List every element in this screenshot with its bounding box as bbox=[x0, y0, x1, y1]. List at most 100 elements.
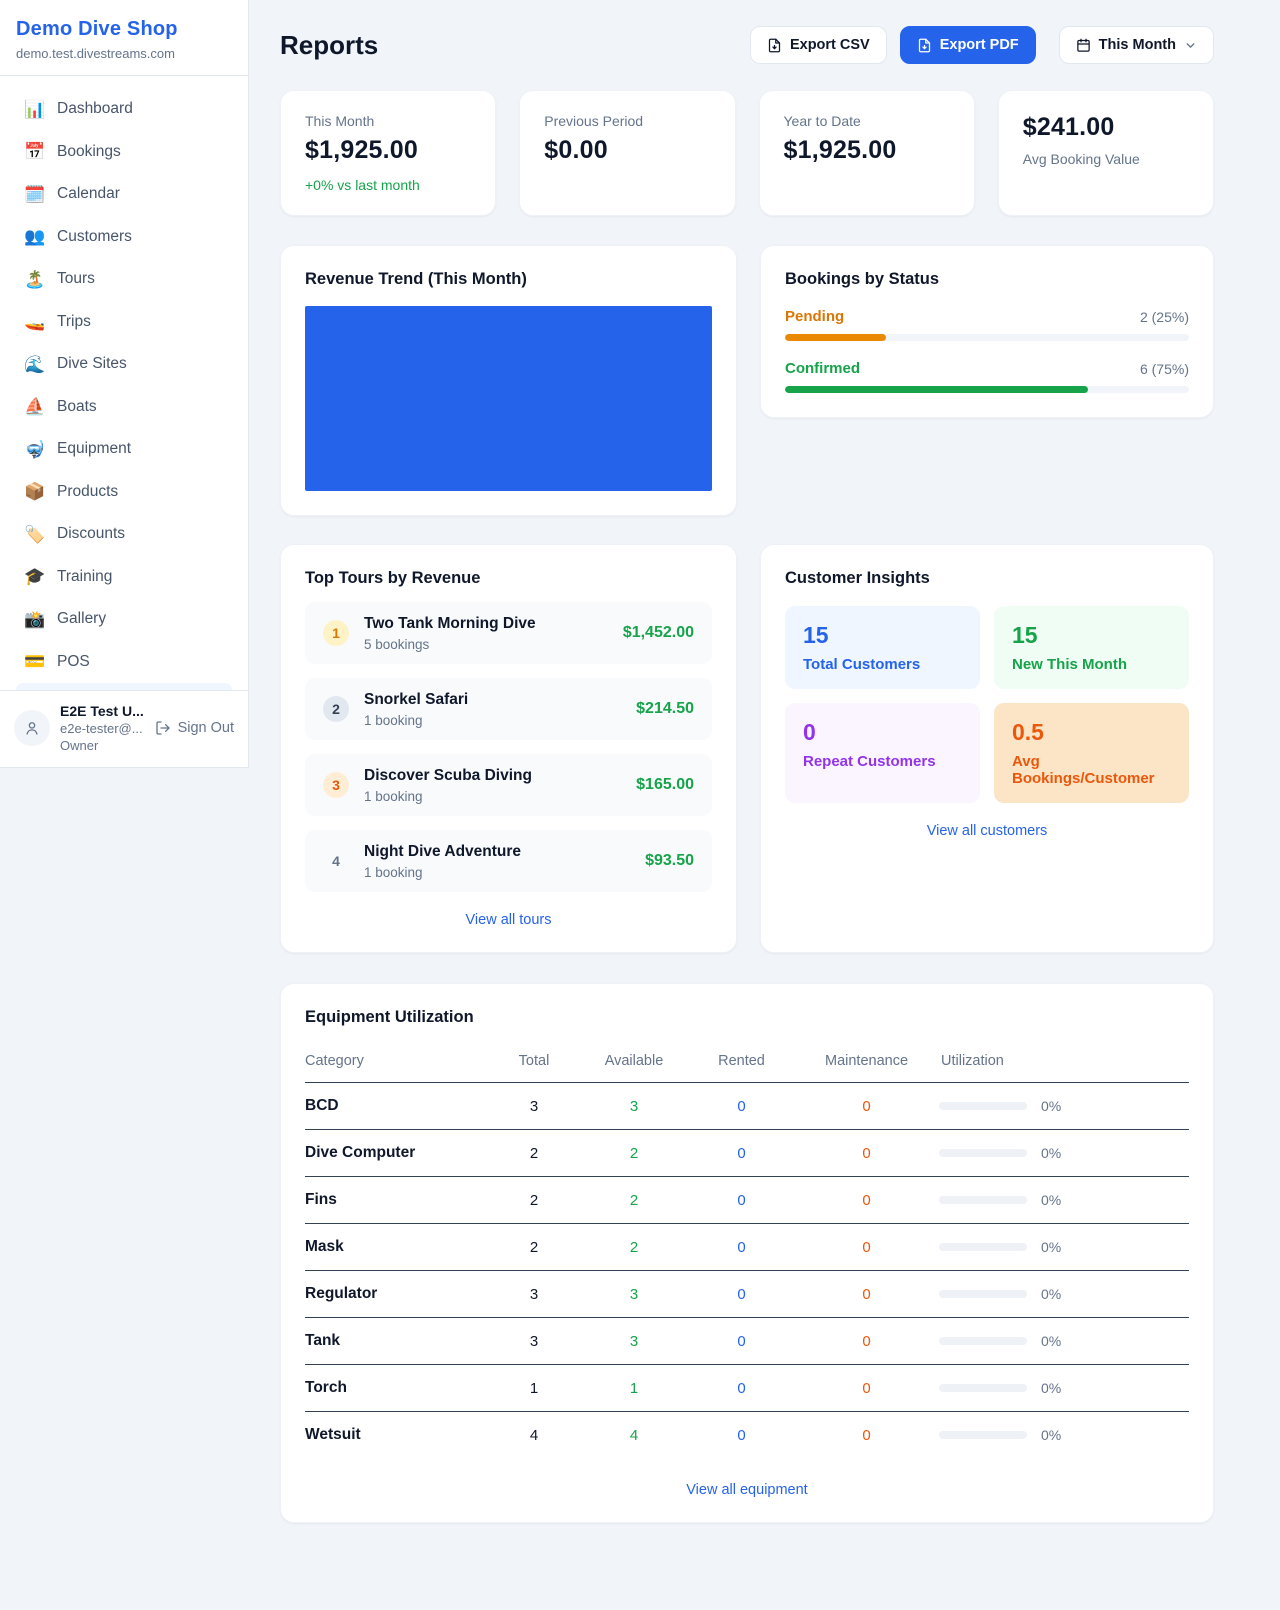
top-tours-title: Top Tours by Revenue bbox=[305, 569, 712, 588]
sidebar-item-calendar[interactable]: 🗓️ Calendar bbox=[8, 173, 240, 216]
sidebar-item-tours[interactable]: 🏝️ Tours bbox=[8, 258, 240, 301]
insight-avg-bookings: 0.5 Avg Bookings/Customer bbox=[994, 703, 1189, 803]
sidebar-item-bookings[interactable]: 📅 Bookings bbox=[8, 131, 240, 174]
cell-total: 2 bbox=[489, 1224, 579, 1271]
customer-insights-title: Customer Insights bbox=[785, 569, 1189, 588]
sidebar-item-customers[interactable]: 👥 Customers bbox=[8, 216, 240, 259]
cell-available: 3 bbox=[579, 1271, 689, 1318]
period-dropdown[interactable]: This Month bbox=[1059, 26, 1214, 64]
sidebar-item-boats[interactable]: ⛵ Boats bbox=[8, 386, 240, 429]
sidebar-item-label: Dashboard bbox=[57, 100, 133, 118]
sidebar-item-gallery[interactable]: 📸 Gallery bbox=[8, 598, 240, 641]
rank-badge: 3 bbox=[323, 772, 349, 798]
sidebar-item-training[interactable]: 🎓 Training bbox=[8, 556, 240, 599]
table-row: Regulator 3 3 0 0 0% bbox=[305, 1271, 1189, 1318]
cell-maintenance: 0 bbox=[794, 1318, 939, 1365]
utilization-bar bbox=[939, 1196, 1027, 1204]
cell-maintenance: 0 bbox=[794, 1224, 939, 1271]
utilization-bar bbox=[939, 1102, 1027, 1110]
diving-mask-icon: 🤿 bbox=[24, 441, 44, 458]
avatar bbox=[14, 710, 50, 746]
user-info: E2E Test U... e2e-tester@... Owner bbox=[60, 703, 145, 753]
tour-name: Discover Scuba Diving bbox=[364, 767, 532, 785]
cell-maintenance: 0 bbox=[794, 1412, 939, 1459]
utilization-bar bbox=[939, 1290, 1027, 1298]
sidebar-item-selected-partial[interactable] bbox=[16, 683, 232, 690]
sign-out-button[interactable]: Sign Out bbox=[155, 720, 234, 736]
cell-maintenance: 0 bbox=[794, 1130, 939, 1177]
cell-maintenance: 0 bbox=[794, 1083, 939, 1130]
sidebar-item-products[interactable]: 📦 Products bbox=[8, 471, 240, 514]
cell-category: Regulator bbox=[305, 1271, 489, 1318]
insight-label: Avg Bookings/Customer bbox=[1012, 753, 1171, 787]
bar-chart-icon: 📊 bbox=[24, 101, 44, 118]
sign-out-label: Sign Out bbox=[178, 720, 234, 736]
calendar-icon bbox=[1076, 38, 1091, 53]
sidebar-item-dashboard[interactable]: 📊 Dashboard bbox=[8, 88, 240, 131]
insights-row: Top Tours by Revenue 1 Two Tank Morning … bbox=[280, 544, 1214, 953]
view-all-customers-link[interactable]: View all customers bbox=[785, 823, 1189, 839]
period-label: This Month bbox=[1099, 37, 1176, 53]
sidebar-item-label: Dive Sites bbox=[57, 355, 127, 373]
shop-logo-box: Demo Dive Shop demo.test.divestreams.com bbox=[0, 0, 248, 76]
cell-utilization: 0% bbox=[939, 1271, 1189, 1318]
main-content: Reports Export CSV Export PDF This Month bbox=[249, 0, 1280, 1563]
cell-utilization: 0% bbox=[939, 1224, 1189, 1271]
tour-amount: $1,452.00 bbox=[623, 624, 694, 642]
stat-label: Previous Period bbox=[544, 113, 710, 129]
cell-maintenance: 0 bbox=[794, 1365, 939, 1412]
stat-value: $1,925.00 bbox=[784, 136, 950, 165]
utilization-bar bbox=[939, 1384, 1027, 1392]
sidebar-item-equipment[interactable]: 🤿 Equipment bbox=[8, 428, 240, 471]
stat-value: $1,925.00 bbox=[305, 136, 471, 165]
column-header-total: Total bbox=[489, 1043, 579, 1083]
sidebar-item-label: Trips bbox=[57, 313, 91, 331]
charts-row: Revenue Trend (This Month) Bookings by S… bbox=[280, 245, 1214, 516]
sidebar-item-dive-sites[interactable]: 🌊 Dive Sites bbox=[8, 343, 240, 386]
stat-value: $241.00 bbox=[1023, 113, 1189, 142]
user-footer: E2E Test U... e2e-tester@... Owner Sign … bbox=[0, 690, 248, 767]
cell-utilization: 0% bbox=[939, 1365, 1189, 1412]
status-bar-fill-confirmed bbox=[785, 386, 1088, 393]
utilization-bar bbox=[939, 1337, 1027, 1345]
insight-label: Repeat Customers bbox=[803, 753, 962, 770]
status-label-pending: Pending bbox=[785, 308, 844, 325]
utilization-bar bbox=[939, 1431, 1027, 1439]
cell-rented: 0 bbox=[689, 1224, 794, 1271]
tag-icon: 🏷️ bbox=[24, 526, 44, 543]
export-csv-label: Export CSV bbox=[790, 37, 870, 53]
table-row: Dive Computer 2 2 0 0 0% bbox=[305, 1130, 1189, 1177]
file-download-icon bbox=[767, 38, 782, 53]
stat-card-previous-period: Previous Period $0.00 bbox=[519, 90, 735, 216]
export-csv-button[interactable]: Export CSV bbox=[750, 26, 887, 64]
table-row: Torch 1 1 0 0 0% bbox=[305, 1365, 1189, 1412]
sidebar-item-trips[interactable]: 🚤 Trips bbox=[8, 301, 240, 344]
cell-category: Tank bbox=[305, 1318, 489, 1365]
sidebar-item-label: Boats bbox=[57, 398, 97, 416]
stat-label: This Month bbox=[305, 113, 471, 129]
sidebar-item-pos[interactable]: 💳 POS bbox=[8, 641, 240, 684]
cell-category: Dive Computer bbox=[305, 1130, 489, 1177]
export-pdf-button[interactable]: Export PDF bbox=[900, 26, 1036, 64]
people-icon: 👥 bbox=[24, 228, 44, 245]
cell-available: 3 bbox=[579, 1318, 689, 1365]
speedboat-icon: 🚤 bbox=[24, 313, 44, 330]
rank-badge: 4 bbox=[323, 848, 349, 874]
view-all-tours-link[interactable]: View all tours bbox=[305, 912, 712, 928]
cell-rented: 0 bbox=[689, 1365, 794, 1412]
sidebar-item-label: Discounts bbox=[57, 525, 125, 543]
cell-available: 1 bbox=[579, 1365, 689, 1412]
cell-utilization: 0% bbox=[939, 1412, 1189, 1459]
file-download-icon bbox=[917, 38, 932, 53]
sidebar: Demo Dive Shop demo.test.divestreams.com… bbox=[0, 0, 249, 768]
tour-amount: $214.50 bbox=[636, 700, 694, 718]
sidebar-item-label: POS bbox=[57, 653, 90, 671]
stat-label: Avg Booking Value bbox=[1023, 151, 1189, 167]
view-all-equipment-link[interactable]: View all equipment bbox=[305, 1482, 1189, 1498]
insight-label: Total Customers bbox=[803, 656, 962, 673]
column-header-utilization: Utilization bbox=[939, 1043, 1189, 1083]
utilization-bar bbox=[939, 1243, 1027, 1251]
sidebar-item-label: Bookings bbox=[57, 143, 121, 161]
sidebar-item-discounts[interactable]: 🏷️ Discounts bbox=[8, 513, 240, 556]
tour-bookings: 1 booking bbox=[364, 713, 468, 728]
